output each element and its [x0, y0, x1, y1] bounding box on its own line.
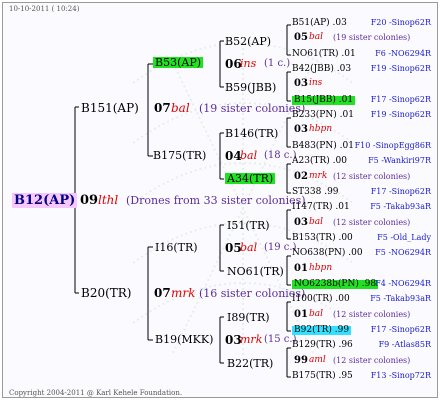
ancestor-line: F17 -Sinop62R — [370, 325, 431, 334]
ancestor-id: B51(AP) .03 — [292, 18, 347, 28]
ancestor-gen-code: ins — [309, 78, 323, 88]
ancestor-id: B92(TR) .99 — [292, 325, 352, 335]
ancestor-line: F17 -Sinop62R — [370, 187, 431, 196]
ancestor-id: B483(PN) .01 — [292, 141, 354, 151]
l3-no61-node: NO61(TR) — [227, 265, 284, 278]
ancestor-id: ST338 .99 — [292, 187, 339, 197]
l2-b175-gen-code: bal — [240, 149, 258, 162]
ancestor-line: F9 -Atlas85R — [378, 340, 431, 349]
pedigree-chart: 10-10-2011 ( 10:24) B12(AP) 09 lthl (Dro… — [2, 2, 438, 398]
header-date: 10-10-2011 ( 10:24) — [9, 5, 80, 13]
ancestor-line: F13 -Sinop72R — [370, 371, 431, 380]
l3-b146-node: B146(TR) — [225, 127, 279, 140]
ancestor-line: F5 -NO6294R — [375, 248, 431, 257]
l3-a34-node: A34(TR) — [225, 172, 276, 185]
ancestor-id: B233(PN) .01 — [292, 110, 354, 120]
ancestor-note: (12 sister colonies) — [333, 310, 411, 319]
ancestor-gen-code: bal — [309, 217, 324, 227]
ancestor-line: F19 -Sinop62R — [370, 110, 431, 119]
ancestor-id: B42(JBB) .03 — [292, 64, 352, 74]
ancestor-id: B129(TR) .96 — [292, 340, 353, 350]
l2-b53-node: B53(AP) — [153, 56, 204, 69]
ancestor-note: (12 sister colonies) — [333, 218, 411, 227]
l3-b22-node: B22(TR) — [227, 357, 274, 370]
l3-b52-node: B52(AP) — [225, 35, 272, 48]
ancestor-gen-num: 01 — [294, 263, 308, 274]
l2-b19-gen-code: mrk — [240, 333, 263, 346]
ancestor-id: B15(JBB) .01 — [292, 95, 356, 105]
l1-bottom-gen-num: 07 — [154, 286, 171, 300]
ancestor-note: (12 sister colonies) — [333, 356, 411, 365]
root-gen-num: 09 — [80, 193, 99, 208]
ancestor-id: A23(TR) .00 — [292, 156, 347, 166]
ancestor-id: NO6238b(PN) .98 — [292, 279, 379, 289]
l1-top-note: (19 sister colonies) — [199, 102, 306, 115]
l2-b175-node: B175(TR) — [153, 149, 207, 162]
l1-bottom-gen-code: mrk — [171, 286, 196, 300]
ancestor-line: F19 -Sinop62R — [370, 64, 431, 73]
ancestor-gen-code: mrk — [309, 171, 328, 181]
l1-bottom-node: B20(TR) — [81, 286, 132, 300]
root-node: B12(AP) — [12, 193, 78, 208]
ancestor-line: F6 -NO6294R — [375, 49, 431, 58]
l1-top-gen-num: 07 — [154, 101, 171, 115]
l1-top-gen-code: bal — [171, 101, 190, 115]
ancestor-id: I147(TR) .01 — [292, 202, 350, 212]
ancestor-gen-code: hbpn — [309, 263, 333, 273]
ancestor-gen-num: 05 — [294, 32, 308, 43]
ancestor-id: I100(TR) .00 — [292, 294, 350, 304]
root-note: (Drones from 33 sister colonies) — [126, 194, 306, 207]
ancestor-gen-code: bal — [309, 32, 324, 42]
l2-i16-gen-code: bal — [240, 241, 258, 254]
ancestor-note: (12 sister colonies) — [333, 172, 411, 181]
ancestor-line: F5 -Wankiri97R — [368, 156, 431, 165]
ancestor-gen-code: bal — [309, 309, 324, 319]
ancestor-gen-num: 03 — [294, 124, 308, 135]
ancestor-line: F4 -NO6294R — [375, 279, 431, 288]
ancestor-gen-num: 99 — [294, 355, 308, 366]
l2-i16-node: I16(TR) — [155, 241, 198, 254]
ancestor-gen-code: aml — [309, 355, 326, 365]
ancestor-line: F5 -Old_Lady — [377, 233, 431, 242]
ancestor-line: F17 -Sinop62R — [370, 95, 431, 104]
root-gen-code: lthl — [98, 193, 119, 207]
ancestor-gen-num: 03 — [294, 217, 308, 228]
l2-b19-node: B19(MKK) — [155, 333, 214, 346]
l3-i89-node: I89(TR) — [227, 311, 270, 324]
ancestor-id: B175(TR) .95 — [292, 371, 353, 381]
ancestor-line: F20 -Sinop62R — [370, 18, 431, 27]
ancestor-line: F5 -Takab93aR — [370, 202, 431, 211]
ancestor-note: (19 sister colonies) — [333, 33, 411, 42]
ancestor-gen-num: 03 — [294, 78, 308, 89]
ancestor-gen-num: 02 — [294, 171, 308, 182]
l1-top-node: B151(AP) — [81, 101, 139, 115]
ancestor-line: F10 -SinopEgg86R — [354, 141, 431, 150]
ancestor-gen-code: hbpn — [309, 124, 333, 134]
ancestor-line: F5 -Takab93aR — [370, 294, 431, 303]
l1-bottom-note: (16 sister colonies) — [199, 287, 306, 300]
l2-b53-note: (1 c.) — [264, 58, 291, 69]
l3-b59-node: B59(JBB) — [225, 81, 277, 94]
ancestor-gen-num: 01 — [294, 309, 308, 320]
ancestor-id: B153(TR) .00 — [292, 233, 353, 243]
l3-i51-node: I51(TR) — [227, 219, 270, 232]
footer-copyright: Copyright 2004-2011 @ Karl Kehele Founda… — [9, 389, 183, 397]
ancestor-id: NO638(PN) .00 — [292, 248, 363, 258]
l2-b53-gen-code: ins — [240, 57, 257, 70]
ancestor-id: NO61(TR) .01 — [292, 49, 356, 59]
